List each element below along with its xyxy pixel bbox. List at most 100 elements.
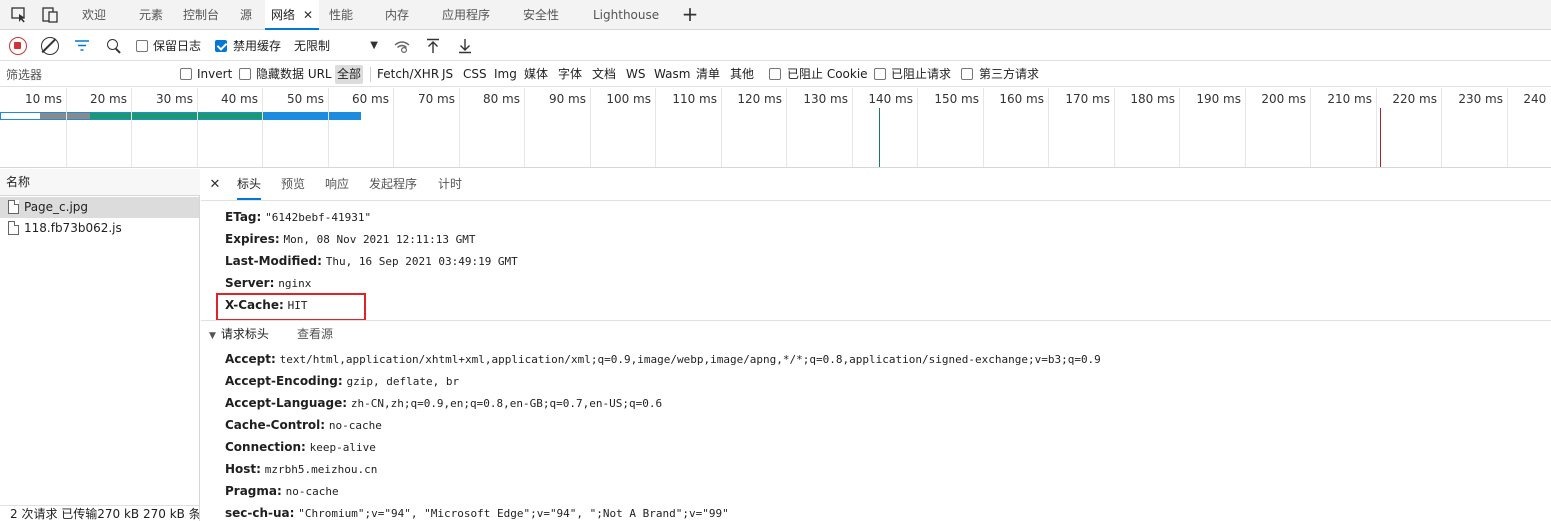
load-marker [1380,108,1381,167]
throttling-select[interactable]: 无限制 ▼ [290,36,380,56]
type-filter-media[interactable]: 媒体 [522,65,550,84]
type-filter-manifest[interactable]: 清单 [694,65,722,84]
add-tool-icon[interactable]: + [681,3,699,25]
search-icon[interactable] [105,37,123,55]
tab-initiator[interactable]: 发起程序 [369,169,417,200]
view-source-link[interactable]: 查看源 [297,327,333,341]
header-value: no-cache [285,485,339,498]
timeline-gridline [852,88,853,167]
clear-icon[interactable] [41,37,59,55]
type-filter-js[interactable]: JS [440,65,455,84]
waterfall-outline [0,112,361,120]
tab-elements[interactable]: 元素 [133,0,169,30]
divider [370,67,371,82]
header-name: sec-ch-ua: [225,506,295,520]
preserve-log-label: 保留日志 [153,39,202,53]
type-filter-other[interactable]: 其他 [728,65,756,84]
request-list: 名称 Page_c.jpg 118.fb73b062.js 2 次请求 已传输2… [0,169,200,521]
blocked-cookies-checkbox[interactable] [769,68,781,80]
tab-timing[interactable]: 计时 [438,169,462,200]
header-name: Accept-Encoding: [225,374,343,388]
request-header-row: sec-ch-ua: "Chromium";v="94", "Microsoft… [225,502,729,521]
type-filter-img[interactable]: Img [492,65,519,84]
filter-icon[interactable] [73,37,91,55]
timeline-tick-label: 170 ms [1065,92,1110,106]
timeline-gridline [1179,88,1180,167]
export-har-icon[interactable] [456,37,474,55]
request-header-row: Connection: keep-alive [225,436,376,458]
request-header-row: Accept: text/html,application/xhtml+xml,… [225,348,1101,370]
timeline-gridline [1114,88,1115,167]
tab-memory[interactable]: 内存 [379,0,415,30]
type-filter-wasm[interactable]: Wasm [652,65,692,84]
file-icon [8,221,19,235]
timeline-tick-label: 180 ms [1130,92,1175,106]
timeline-gridline [197,88,198,167]
timeline-gridline [393,88,394,167]
tab-label: 应用程序 [442,8,491,22]
header-value: Mon, 08 Nov 2021 12:11:13 GMT [283,233,476,246]
blocked-requests-label: 已阻止请求 [891,67,952,81]
tab-preview[interactable]: 预览 [281,169,305,200]
tab-response[interactable]: 响应 [325,169,349,200]
header-value: nginx [278,277,312,290]
header-value: gzip, deflate, br [346,375,460,388]
blocked-cookies-label: 已阻止 Cookie [787,67,868,81]
timeline-gridline [524,88,525,167]
timeline-gridline [66,88,67,167]
request-row[interactable]: 118.fb73b062.js [0,218,199,239]
tab-lighthouse[interactable]: Lighthouse [587,0,665,30]
close-tab-icon[interactable]: ✕ [303,8,313,22]
header-name: Accept-Language: [225,396,348,410]
divider [201,320,1551,321]
header-name: Cache-Control: [225,418,326,432]
highlight-annotation-box [216,293,366,321]
third-party-checkbox[interactable] [961,68,973,80]
header-value: zh-CN,zh;q=0.9,en;q=0.8,en-GB;q=0.7,en-U… [350,397,663,410]
header-value: Thu, 16 Sep 2021 03:49:19 GMT [325,255,518,268]
preserve-log-checkbox[interactable] [136,40,148,52]
filter-input[interactable] [2,65,168,84]
device-emulation-icon[interactable] [41,6,59,24]
blocked-requests-checkbox[interactable] [874,68,886,80]
tab-security[interactable]: 安全性 [517,0,565,30]
hide-data-urls-checkbox[interactable] [239,68,251,80]
timeline-gridline [1310,88,1311,167]
timeline-overview[interactable]: 10 ms 20 ms 30 ms 40 ms 50 ms 60 ms 70 ms 80 ms… [0,88,1551,168]
type-filter-doc[interactable]: 文档 [590,65,618,84]
timeline-tick-label: 140 ms [868,92,913,106]
tab-performance[interactable]: 性能 [323,0,359,30]
network-conditions-icon[interactable] [393,37,411,55]
tab-headers[interactable]: 标头 [237,169,262,200]
type-filter-css[interactable]: CSS [461,65,489,84]
header-name: Accept: [225,352,276,366]
tab-network[interactable]: 网络 ✕ [265,0,320,30]
import-har-icon[interactable] [424,37,442,55]
invert-checkbox[interactable] [180,68,192,80]
tab-sources[interactable]: 源 [234,0,258,30]
request-headers-section-header[interactable]: ▼ 请求标头 查看源 [209,323,333,345]
type-filter-all[interactable]: 全部 [335,65,364,84]
timeline-gridline [983,88,984,167]
timeline-tick-label: 80 ms [482,92,520,106]
inspect-element-icon[interactable] [10,6,28,24]
timeline-tick-label: 210 ms [1327,92,1372,106]
type-filter-font[interactable]: 字体 [556,65,584,84]
tab-welcome[interactable]: 欢迎 [76,0,112,30]
timeline-tick-label: 70 ms [417,92,455,106]
devtools-tab-bar: 欢迎 元素 控制台 源 网络 ✕ 性能 内存 应用程序 安全性 Lighthous… [0,0,1551,30]
tab-application[interactable]: 应用程序 [436,0,496,30]
request-row[interactable]: Page_c.jpg [0,197,199,218]
tab-label: 元素 [139,8,164,22]
type-filter-fetch-xhr[interactable]: Fetch/XHR [375,65,441,84]
name-column-header[interactable]: 名称 [0,169,200,196]
timeline-tick-label: 240 ms [1523,92,1551,106]
triangle-down-icon: ▼ [209,331,216,341]
timeline-gridline [786,88,787,167]
tab-label: 内存 [385,8,410,22]
stop-recording-icon[interactable] [9,37,27,55]
close-detail-icon[interactable]: ✕ [207,175,223,195]
tab-console[interactable]: 控制台 [177,0,225,30]
disable-cache-checkbox[interactable] [215,40,227,52]
type-filter-ws[interactable]: WS [624,65,647,84]
